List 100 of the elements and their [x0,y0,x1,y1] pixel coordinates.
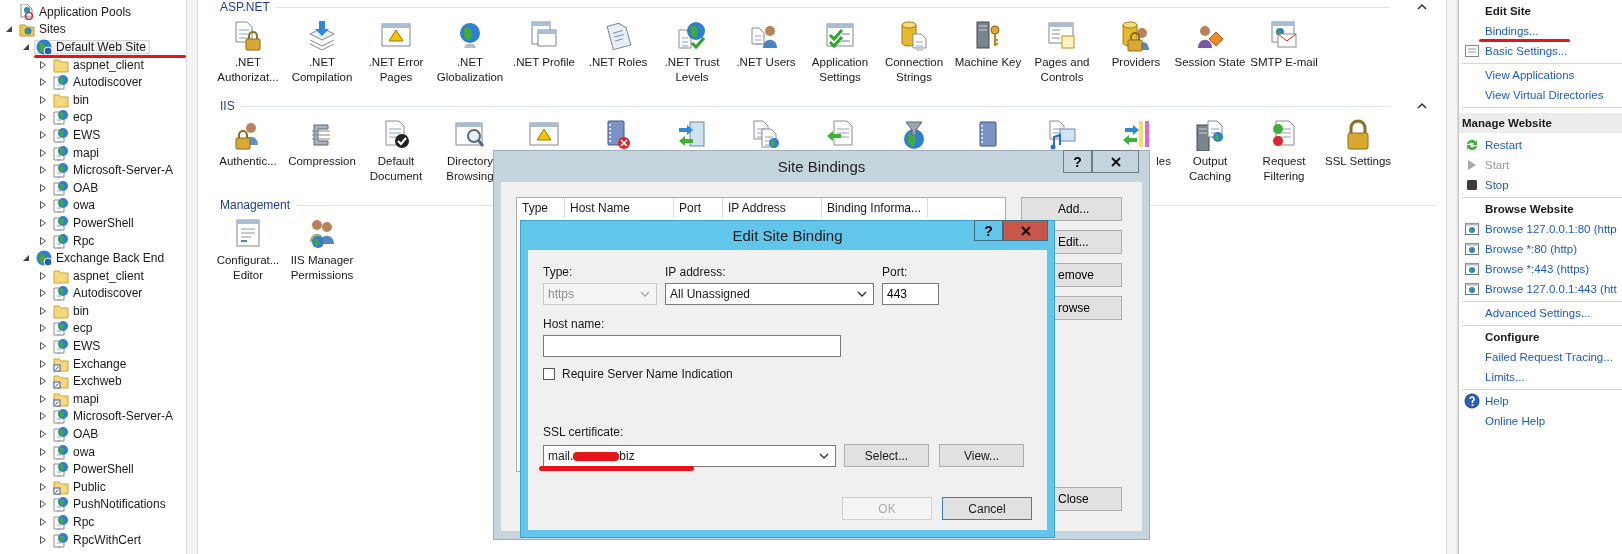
action-link[interactable]: Failed Request Tracing... [1485,351,1613,363]
action-link[interactable]: Browse *:443 (https) [1485,263,1590,275]
expand-arrow-icon[interactable] [38,147,48,158]
feature-tile[interactable]: SSL Settings [1321,119,1395,169]
feature-tile[interactable]: Pages and Controls [1025,20,1099,85]
expand-arrow-icon[interactable] [38,481,48,492]
feature-tile[interactable]: .NET Trust Levels [655,20,729,85]
tree-item[interactable]: Application Pools [17,4,136,19]
media-icon[interactable] [1046,119,1078,151]
expand-arrow-icon[interactable] [38,429,48,440]
action-link[interactable]: Browse 127.0.0.1:443 (htt [1485,283,1617,295]
feature-tile[interactable]: Request Filtering [1247,119,1321,184]
action-link[interactable]: Basic Settings... [1485,45,1568,57]
tree-item[interactable]: Default Web Site [34,40,150,54]
tree-item[interactable]: Exchweb [51,374,126,389]
action-link[interactable]: Restart [1485,139,1523,151]
tree-item[interactable]: ecp [51,321,97,336]
cancel-button[interactable]: Cancel [942,497,1032,520]
scrollbar[interactable] [1446,0,1458,554]
action-link[interactable]: Limits... [1485,371,1525,383]
expand-arrow-icon[interactable] [38,77,48,88]
tree-item[interactable]: ecp [51,110,97,125]
tree-item[interactable]: PushNotifications [51,497,170,512]
expand-arrow-icon[interactable] [38,446,48,457]
help-button[interactable]: ? [1063,150,1092,173]
tree-item[interactable]: OAB [51,180,103,195]
ip-address-dropdown[interactable]: All Unassigned [665,283,874,305]
tree-item[interactable]: aspnet_client [51,268,148,283]
feature-tile[interactable]: Application Settings [803,20,877,85]
expand-arrow-icon[interactable] [38,129,48,140]
feature-tile[interactable]: Connection Strings [877,20,951,85]
action-link[interactable]: View Applications [1485,69,1575,81]
action-link[interactable]: Advanced Settings... [1485,307,1591,319]
tree-item[interactable]: mapi [51,145,103,160]
close-button[interactable] [1003,220,1048,241]
tree-item[interactable]: Exchange Back End [34,251,169,266]
expand-arrow-icon[interactable] [38,534,48,545]
feature-tile[interactable]: .NET Profile [507,20,581,70]
action-link[interactable]: Bindings... [1485,25,1539,37]
port-field[interactable]: 443 [882,283,939,305]
tree-item[interactable]: OAB [51,427,103,442]
action-link[interactable]: Stop [1485,179,1509,191]
feature-tile[interactable]: .NET Users [729,20,803,70]
tree-item[interactable]: Microsoft-Server-A [51,409,177,424]
action-link[interactable]: Help [1485,395,1509,407]
close-button[interactable] [1092,150,1139,173]
action-link[interactable]: Browse *:80 (http) [1485,243,1578,255]
expand-arrow-icon[interactable] [38,358,48,369]
tree-item[interactable]: bin [51,303,93,318]
tree-item[interactable]: Public [51,479,110,494]
expand-arrow-icon[interactable] [38,393,48,404]
action-link[interactable]: Browse 127.0.0.1:80 (http [1485,223,1617,235]
expand-arrow-icon[interactable] [38,270,48,281]
tree-item[interactable]: Sites [17,22,70,37]
expand-arrow-icon[interactable] [38,323,48,334]
feature-tile[interactable]: IIS Manager Permissions [285,218,359,283]
tree-item[interactable]: EWS [51,339,105,354]
tree-item[interactable]: RpcWithCert [51,532,145,547]
expand-arrow-icon[interactable] [38,235,48,246]
document-globe-icon[interactable] [750,119,782,151]
expand-arrow-icon[interactable] [38,94,48,105]
action-link[interactable]: View Virtual Directories [1485,89,1604,101]
tree-item[interactable]: bin [51,92,93,107]
expand-arrow-icon[interactable] [38,464,48,475]
expand-arrow-icon[interactable] [38,376,48,387]
certificate-dropdown[interactable]: mail. biz [543,444,836,467]
feature-tile[interactable]: Machine Key [951,20,1025,70]
feature-tile[interactable]: Compression [285,119,359,169]
expand-arrow-icon[interactable] [38,165,48,176]
host-name-field[interactable] [543,335,841,357]
tree-item[interactable]: aspnet_client [51,57,148,72]
feature-tile[interactable]: Configurat... Editor [211,218,285,283]
column-header[interactable]: Binding Informa... [822,198,928,218]
tree-item[interactable]: Microsoft-Server-A [51,163,177,178]
feature-tile[interactable]: Session State [1173,20,1247,70]
column-header[interactable]: IP Address [723,198,822,218]
collapse-arrow-icon[interactable] [21,253,31,264]
collapse-icon[interactable] [1416,102,1428,110]
expand-arrow-icon[interactable] [38,288,48,299]
feature-tile[interactable]: SMTP E-mail [1247,20,1321,70]
view-button[interactable]: View... [939,444,1024,467]
collapse-arrow-icon[interactable] [4,24,14,35]
expand-arrow-icon[interactable] [38,200,48,211]
tree-item[interactable]: EWS [51,127,105,142]
feature-tile[interactable]: Default Document [359,119,433,184]
tree-item[interactable]: Rpc [51,515,99,529]
tree-item[interactable]: Autodiscover [51,75,147,90]
expand-arrow-icon[interactable] [38,499,48,510]
tree-item[interactable]: PowerShell [51,215,138,230]
tree-item[interactable]: mapi [51,391,103,406]
column-header[interactable]: Type [517,198,565,218]
expand-arrow-icon[interactable] [38,517,48,527]
feature-tile[interactable]: .NET Authorizat... [211,20,285,85]
tree-item[interactable]: owa [51,444,99,459]
feature-tile[interactable]: Directory Browsing [433,119,507,184]
feature-tile[interactable]: .NET Globalization [433,20,507,85]
column-header[interactable]: Host Name [565,198,674,218]
action-link[interactable]: Online Help [1485,415,1546,427]
checkbox[interactable] [543,368,555,380]
collapse-icon[interactable] [1416,3,1428,11]
